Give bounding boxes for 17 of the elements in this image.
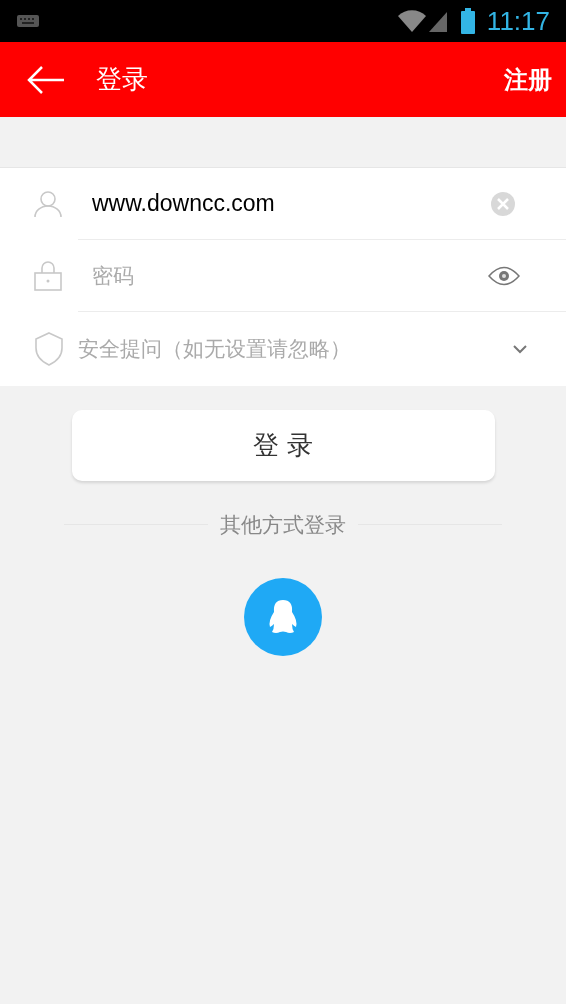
username-field[interactable]: www.downcc.com <box>92 186 490 221</box>
other-login-label: 其他方式登录 <box>220 512 346 538</box>
chevron-down-icon <box>512 344 528 354</box>
login-button[interactable]: 登 录 <box>71 410 495 481</box>
status-time: 11:17 <box>486 4 550 38</box>
user-icon <box>34 190 62 218</box>
header-title: 登录 <box>96 63 148 96</box>
battery-icon <box>460 8 475 34</box>
back-arrow-icon <box>27 64 65 95</box>
wifi-icon <box>396 9 427 33</box>
keyboard-icon <box>16 14 40 28</box>
signal-icon <box>428 10 449 32</box>
register-button[interactable]: 注册 <box>504 61 552 98</box>
password-field[interactable]: 密码 <box>92 259 488 292</box>
shield-icon <box>34 332 64 366</box>
eye-icon[interactable] <box>488 264 520 287</box>
lock-icon <box>34 261 62 291</box>
